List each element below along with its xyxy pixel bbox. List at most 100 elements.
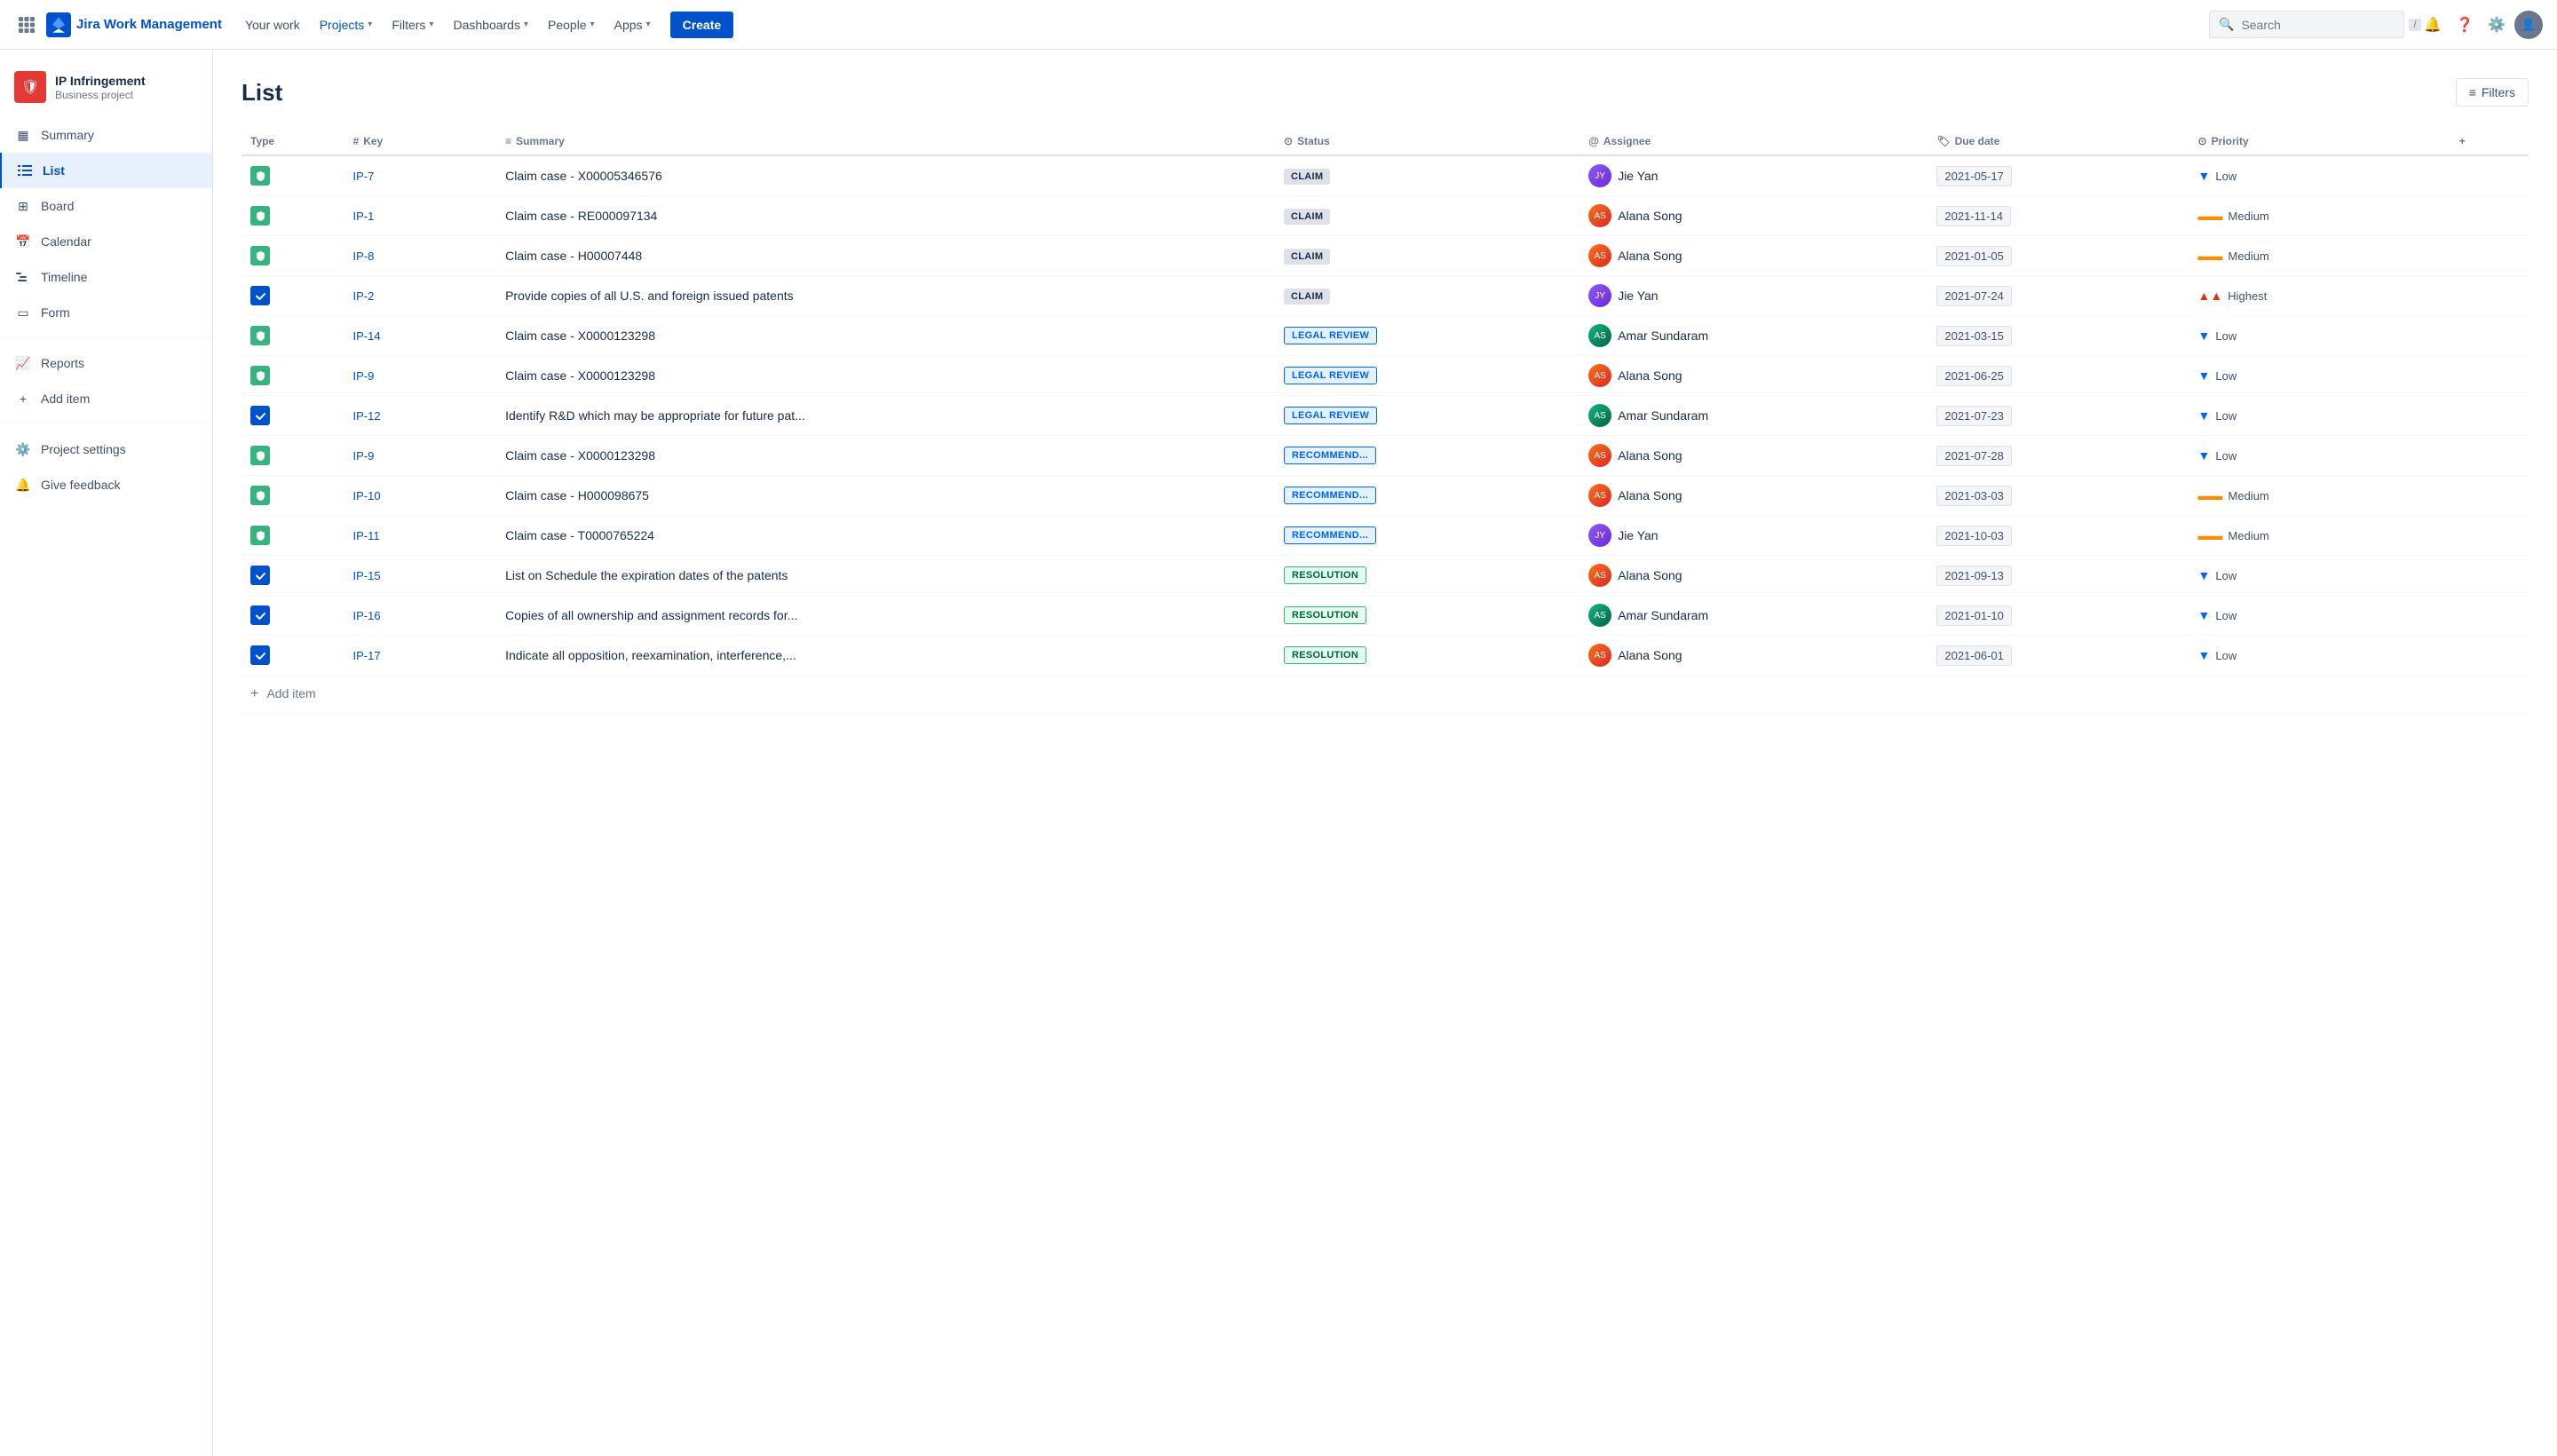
type-icon-check xyxy=(250,566,270,585)
table-row[interactable]: IP-15 List on Schedule the expiration da… xyxy=(241,556,2529,596)
table-row[interactable]: IP-1 Claim case - RE000097134 CLAIM AS A… xyxy=(241,196,2529,236)
notifications-icon[interactable]: 🔔 xyxy=(2418,11,2447,39)
sidebar-item-give-feedback[interactable]: 🔔 Give feedback xyxy=(0,467,212,502)
table-row[interactable]: IP-9 Claim case - X0000123298 RECOMMEND.… xyxy=(241,436,2529,476)
priority-label: Medium xyxy=(2228,489,2269,502)
status-badge: LEGAL REVIEW xyxy=(1284,407,1377,424)
sidebar-item-add-item[interactable]: + Add item xyxy=(0,381,212,416)
row-key[interactable]: IP-10 xyxy=(353,489,381,502)
cell-key[interactable]: IP-17 xyxy=(344,636,497,676)
sidebar-item-label: Timeline xyxy=(41,270,87,284)
row-key[interactable]: IP-1 xyxy=(353,210,375,223)
row-key[interactable]: IP-12 xyxy=(353,409,381,423)
filters-button[interactable]: ≡ Filters xyxy=(2456,78,2529,107)
cell-key[interactable]: IP-15 xyxy=(344,556,497,596)
cell-key[interactable]: IP-1 xyxy=(344,196,497,236)
cell-key[interactable]: IP-14 xyxy=(344,316,497,356)
search-input[interactable] xyxy=(2241,18,2402,32)
priority-icon: ▼ xyxy=(2198,169,2211,183)
cell-add xyxy=(2450,516,2529,556)
top-navigation: Jira Work Management Your work Projects … xyxy=(0,0,2557,50)
col-header-key[interactable]: # Key xyxy=(344,128,497,155)
col-header-status[interactable]: ⊙ Status xyxy=(1275,128,1579,155)
table-row[interactable]: IP-2 Provide copies of all U.S. and fore… xyxy=(241,276,2529,316)
app-switcher-icon[interactable] xyxy=(14,12,39,37)
sidebar-item-board[interactable]: ⊞ Board xyxy=(0,188,212,224)
row-key[interactable]: IP-15 xyxy=(353,569,381,582)
sidebar-item-project-settings[interactable]: ⚙️ Project settings xyxy=(0,431,212,467)
assignee-cell: AS Amar Sundaram xyxy=(1588,604,1919,627)
row-key[interactable]: IP-9 xyxy=(353,449,375,463)
status-badge: RESOLUTION xyxy=(1284,566,1366,584)
table-row[interactable]: IP-11 Claim case - T0000765224 RECOMMEND… xyxy=(241,516,2529,556)
col-header-add[interactable]: + xyxy=(2450,128,2529,155)
col-header-summary[interactable]: ≡ Summary xyxy=(496,128,1275,155)
nav-dashboards[interactable]: Dashboards ▾ xyxy=(444,12,537,37)
row-key[interactable]: IP-2 xyxy=(353,289,375,303)
table-row[interactable]: IP-7 Claim case - X00005346576 CLAIM JY … xyxy=(241,155,2529,196)
search-icon: 🔍 xyxy=(2219,17,2234,32)
row-key[interactable]: IP-9 xyxy=(353,369,375,383)
cell-key[interactable]: IP-11 xyxy=(344,516,497,556)
table-row[interactable]: IP-17 Indicate all opposition, reexamina… xyxy=(241,636,2529,676)
row-key[interactable]: IP-8 xyxy=(353,249,375,263)
col-header-duedate[interactable]: 🏷 Due date xyxy=(1928,128,2189,155)
priority-cell: ▲▲ Highest xyxy=(2198,289,2442,303)
nav-apps[interactable]: Apps ▾ xyxy=(606,12,660,37)
assignee-cell: AS Alana Song xyxy=(1588,244,1919,267)
nav-your-work[interactable]: Your work xyxy=(236,12,309,37)
priority-cell: ▼ Low xyxy=(2198,328,2442,343)
cell-duedate: 2021-11-14 xyxy=(1928,196,2189,236)
cell-key[interactable]: IP-7 xyxy=(344,155,497,196)
create-button[interactable]: Create xyxy=(670,12,734,38)
table-row[interactable]: IP-12 Identify R&D which may be appropri… xyxy=(241,396,2529,436)
settings-icon[interactable]: ⚙️ xyxy=(2482,11,2511,39)
table-row[interactable]: IP-10 Claim case - H000098675 RECOMMEND.… xyxy=(241,476,2529,516)
sidebar-item-timeline[interactable]: Timeline xyxy=(0,259,212,295)
row-key[interactable]: IP-17 xyxy=(353,649,381,662)
cell-key[interactable]: IP-9 xyxy=(344,436,497,476)
cell-key[interactable]: IP-10 xyxy=(344,476,497,516)
sidebar-item-list[interactable]: List xyxy=(0,153,212,188)
cell-assignee: AS Amar Sundaram xyxy=(1579,596,1928,636)
cell-key[interactable]: IP-12 xyxy=(344,396,497,436)
cell-key[interactable]: IP-8 xyxy=(344,236,497,276)
add-item-row[interactable]: + Add item xyxy=(241,676,2529,714)
search-box[interactable]: 🔍 / xyxy=(2209,11,2404,38)
table-row[interactable]: IP-14 Claim case - X0000123298 LEGAL REV… xyxy=(241,316,2529,356)
col-header-assignee[interactable]: @ Assignee xyxy=(1579,128,1928,155)
row-key[interactable]: IP-7 xyxy=(353,170,375,183)
table-row[interactable]: IP-16 Copies of all ownership and assign… xyxy=(241,596,2529,636)
col-header-priority[interactable]: ⊙ Priority xyxy=(2189,128,2450,155)
cell-key[interactable]: IP-9 xyxy=(344,356,497,396)
table-row[interactable]: IP-8 Claim case - H00007448 CLAIM AS Ala… xyxy=(241,236,2529,276)
table-row[interactable]: IP-9 Claim case - X0000123298 LEGAL REVI… xyxy=(241,356,2529,396)
nav-filters[interactable]: Filters ▾ xyxy=(383,12,442,37)
logo[interactable]: Jira Work Management xyxy=(46,12,222,37)
row-key[interactable]: IP-16 xyxy=(353,609,381,622)
user-avatar[interactable]: 👤 xyxy=(2514,11,2543,39)
help-icon[interactable]: ❓ xyxy=(2450,11,2479,39)
nav-people[interactable]: People ▾ xyxy=(539,12,604,37)
cell-add xyxy=(2450,596,2529,636)
add-item-cell[interactable]: + Add item xyxy=(241,676,2529,714)
cell-duedate: 2021-07-28 xyxy=(1928,436,2189,476)
sidebar-item-reports[interactable]: 📈 Reports xyxy=(0,345,212,381)
due-date: 2021-01-10 xyxy=(1936,605,2012,626)
row-key[interactable]: IP-14 xyxy=(353,329,381,343)
due-date: 2021-07-28 xyxy=(1936,446,2012,466)
sidebar-item-form[interactable]: ▭ Form xyxy=(0,295,212,330)
cell-key[interactable]: IP-2 xyxy=(344,276,497,316)
avatar: AS xyxy=(1588,644,1611,667)
avatar: AS xyxy=(1588,444,1611,467)
row-key[interactable]: IP-11 xyxy=(353,529,380,542)
nav-projects[interactable]: Projects ▾ xyxy=(311,12,382,37)
cell-duedate: 2021-05-17 xyxy=(1928,155,2189,196)
sidebar-item-calendar[interactable]: 📅 Calendar xyxy=(0,224,212,259)
cell-status: CLAIM xyxy=(1275,276,1579,316)
cell-key[interactable]: IP-16 xyxy=(344,596,497,636)
list-table: Type # Key ≡ Summary xyxy=(241,128,2529,714)
priority-cell: ▼ Low xyxy=(2198,608,2442,622)
type-icon-shield xyxy=(250,526,270,545)
sidebar-item-summary[interactable]: ▦ Summary xyxy=(0,117,212,153)
